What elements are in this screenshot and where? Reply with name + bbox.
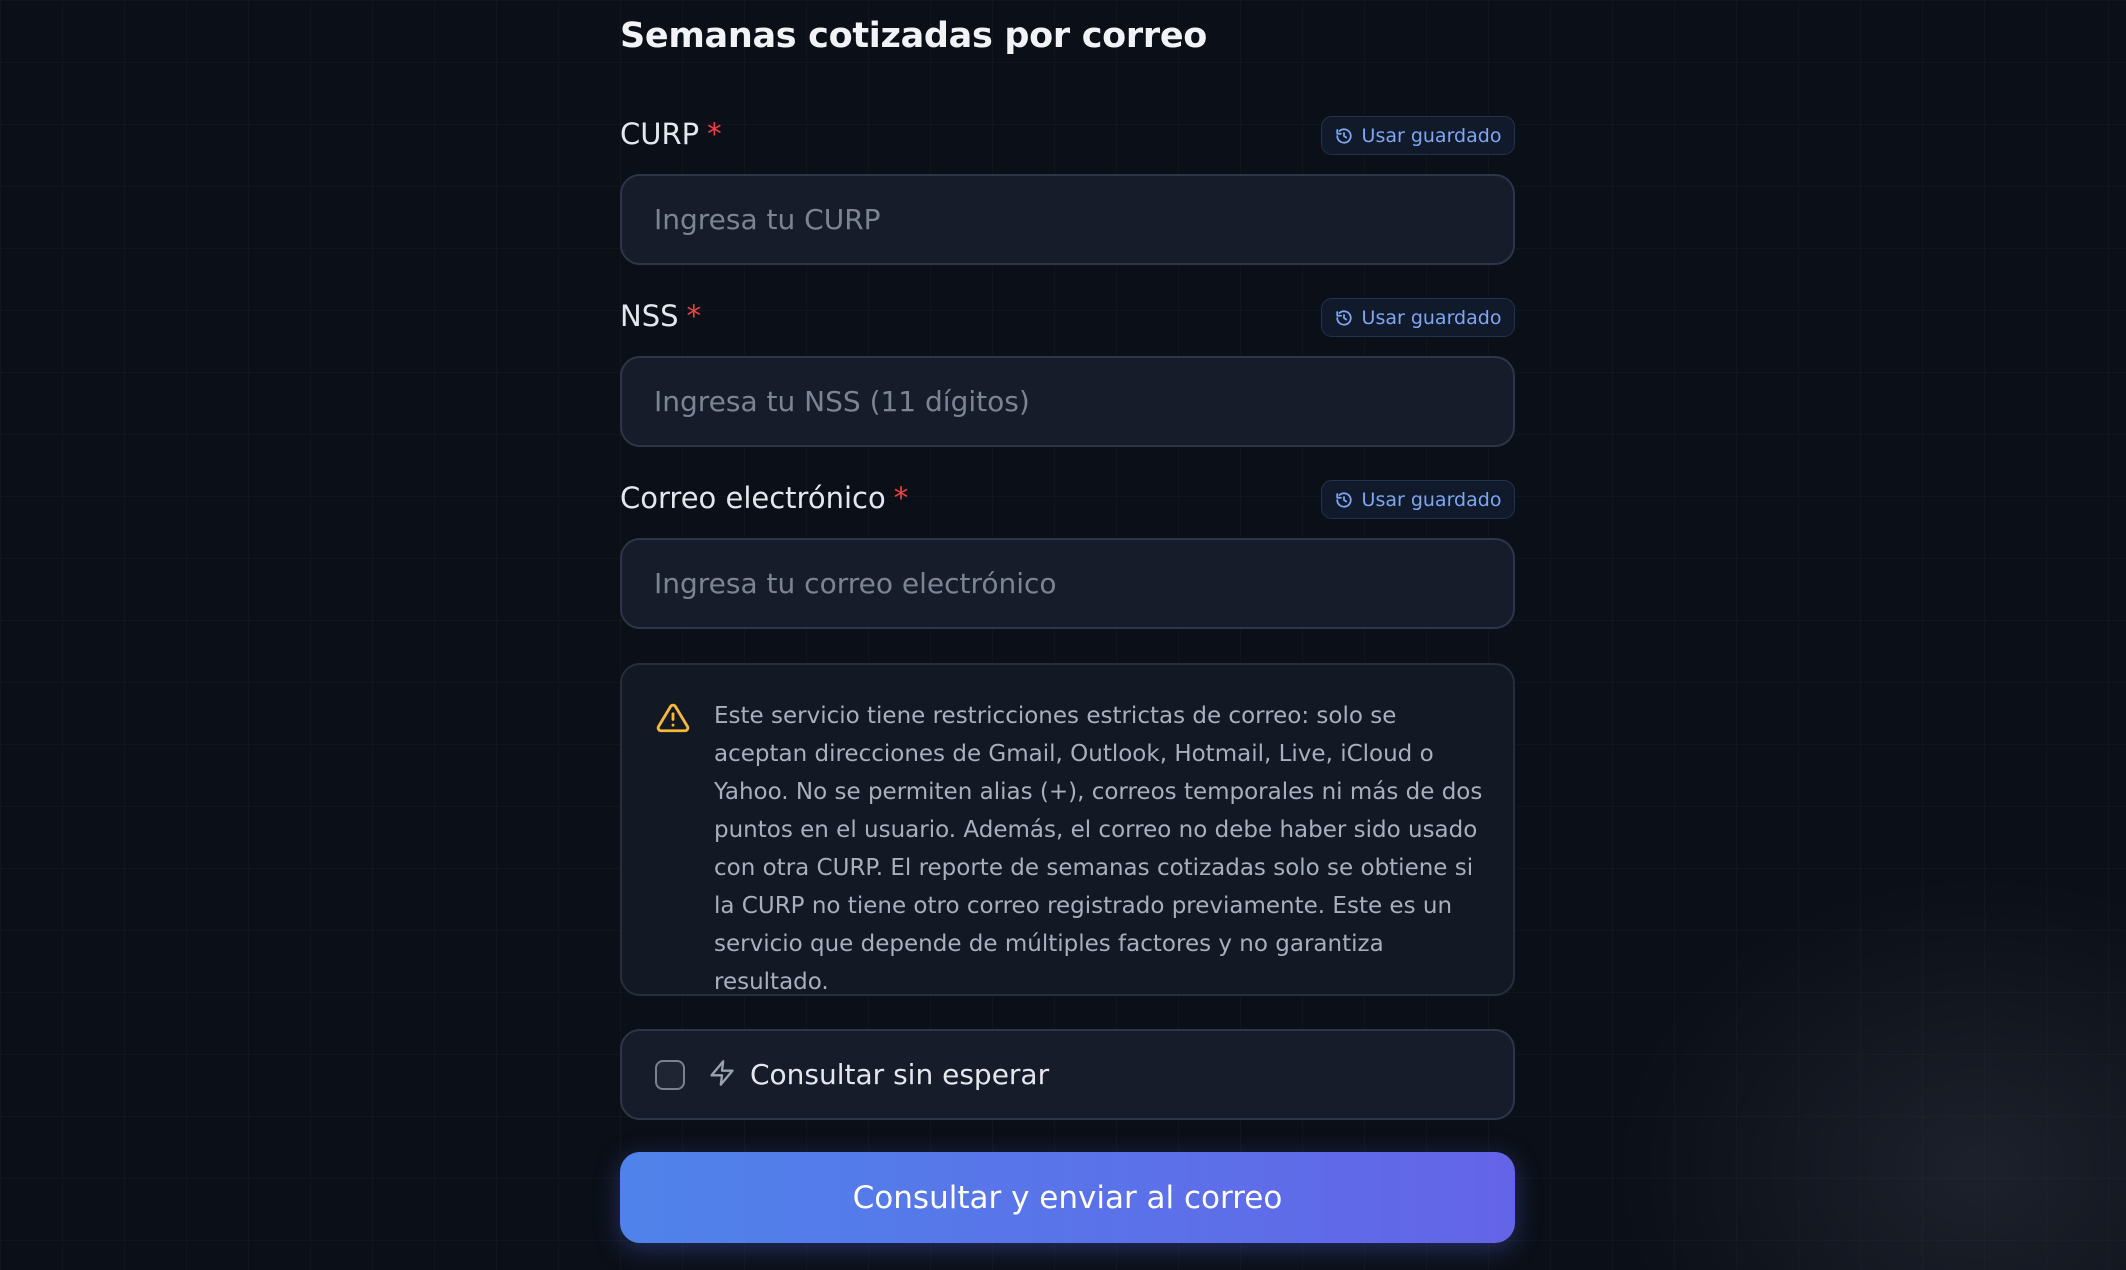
curp-use-saved-button[interactable]: Usar guardado <box>1321 116 1515 155</box>
use-saved-label: Usar guardado <box>1361 306 1502 329</box>
use-saved-label: Usar guardado <box>1361 488 1502 511</box>
required-mark: * <box>686 299 702 333</box>
required-mark: * <box>707 117 722 151</box>
history-icon <box>1335 491 1353 509</box>
nss-label: NSS * <box>620 299 701 333</box>
curp-label: CURP * <box>620 117 722 151</box>
no-wait-option[interactable]: Consultar sin esperar <box>620 1029 1515 1120</box>
no-wait-checkbox[interactable] <box>655 1059 685 1090</box>
history-icon <box>1335 309 1353 327</box>
nss-label-text: NSS <box>620 299 679 333</box>
required-mark: * <box>893 481 909 515</box>
page-title: Semanas cotizadas por correo <box>620 16 1208 56</box>
email-label: Correo electrónico * <box>620 481 908 515</box>
no-wait-label: Consultar sin esperar <box>750 1058 1050 1091</box>
curp-input[interactable] <box>620 174 1515 265</box>
nss-input[interactable] <box>620 356 1515 447</box>
history-icon <box>1335 127 1353 145</box>
email-input[interactable] <box>620 538 1515 629</box>
nss-use-saved-button[interactable]: Usar guardado <box>1321 298 1515 337</box>
submit-button[interactable]: Consultar y enviar al correo <box>620 1152 1515 1243</box>
curp-label-text: CURP <box>620 117 700 151</box>
bolt-icon <box>708 1058 736 1092</box>
warning-icon <box>655 701 691 739</box>
notice-text: Este servicio tiene restricciones estric… <box>714 703 1483 995</box>
email-label-text: Correo electrónico <box>620 481 886 515</box>
email-use-saved-button[interactable]: Usar guardado <box>1321 480 1515 519</box>
use-saved-label: Usar guardado <box>1361 124 1502 147</box>
email-restrictions-notice: Este servicio tiene restricciones estric… <box>620 663 1515 996</box>
